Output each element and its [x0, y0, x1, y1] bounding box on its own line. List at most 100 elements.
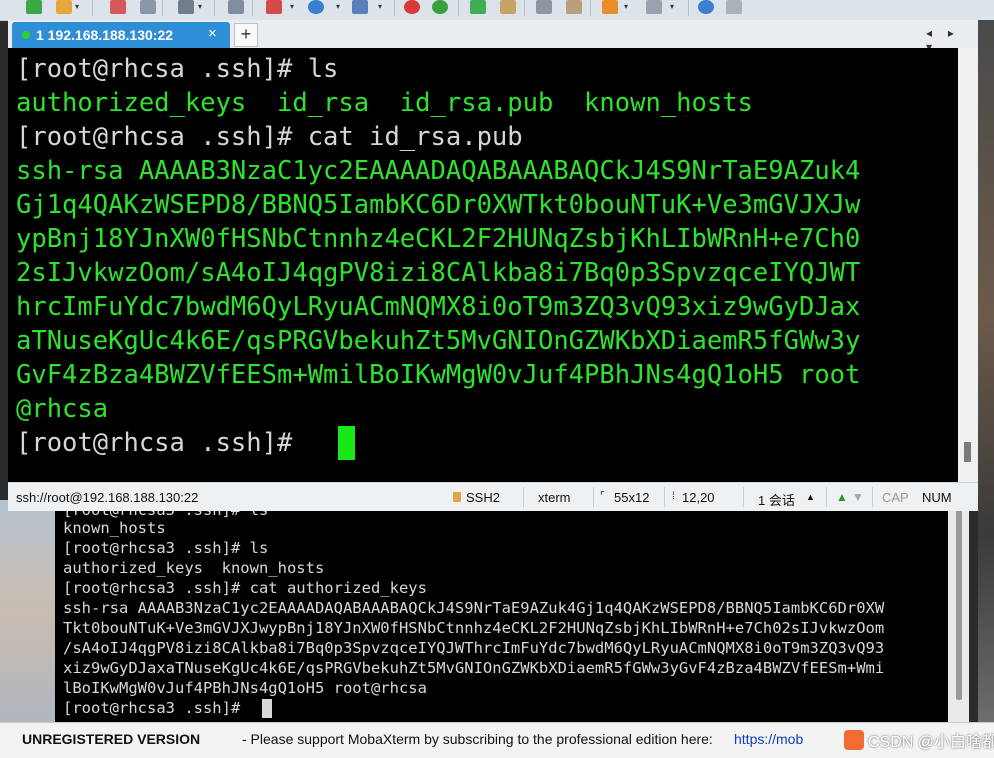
csdn-logo-icon: [844, 730, 864, 750]
upload-arrow-icon: ▲: [836, 490, 848, 504]
terminal-line: Gj1q4QAKzWSEPD8/BBNQ5IambKC6Dr0XWTkt0bou…: [16, 190, 861, 220]
chevron-down-icon[interactable]: ▾: [624, 2, 628, 11]
terminal-line: [root@rhcsa .ssh]# ls: [16, 54, 339, 84]
connected-icon: [22, 31, 30, 39]
panel-icon[interactable]: [646, 0, 662, 14]
terminal-line: [root@rhcsa3 .ssh]#: [63, 699, 250, 717]
status-num: NUM: [922, 490, 952, 505]
split-view-icon[interactable]: [266, 0, 282, 14]
status-divider: [872, 487, 873, 507]
toolbar-divider: [458, 0, 459, 16]
terminal-line: /sA4oIJ4qgPV8izi8CAlkba8i7Bq0p3SpvzqceIY…: [63, 639, 885, 657]
back-terminal-output[interactable]: [root@rhcsa3 .ssh]# ls known_hosts [root…: [55, 500, 948, 722]
scrollbar-thumb[interactable]: [964, 442, 971, 462]
font-icon[interactable]: [352, 0, 368, 14]
tab-label: 1 192.168.188.130:22: [36, 27, 174, 43]
resize-icon: ⌜: [600, 491, 605, 502]
toolbar-divider: [252, 0, 253, 16]
status-size: 55x12: [614, 490, 650, 505]
close-icon[interactable]: ×: [208, 25, 217, 42]
keyboard-icon[interactable]: [536, 0, 552, 14]
terminal-cursor: [338, 426, 355, 460]
cursor-pos-icon: ⁞: [672, 491, 675, 502]
status-path: ssh://root@192.168.188.130:22: [16, 490, 199, 505]
status-caps: CAP: [882, 490, 909, 505]
terminal-line: xiz9wGyDJaxaTNuseKgUc4k6E/qsPRGVbekuhZt5…: [63, 659, 885, 677]
status-divider: [743, 487, 744, 507]
terminal-line: known_hosts: [63, 519, 166, 537]
record-icon[interactable]: [404, 0, 420, 14]
link-icon[interactable]: [140, 0, 156, 14]
lock-icon: [453, 492, 461, 502]
terminal-line: [root@rhcsa3 .ssh]# ls: [63, 539, 269, 557]
back-terminal-window: [root@rhcsa3 .ssh]# ls known_hosts [root…: [55, 500, 969, 722]
main-terminal-output[interactable]: [root@rhcsa .ssh]# ls authorized_keys id_…: [8, 48, 958, 482]
new-tab-button[interactable]: +: [234, 23, 258, 47]
terminal-line: @rhcsa: [16, 394, 109, 424]
download-arrow-icon: ▼: [852, 490, 864, 504]
chevron-down-icon[interactable]: ▾: [75, 2, 79, 11]
chevron-down-icon[interactable]: ▾: [378, 2, 382, 11]
toolbar-divider: [688, 0, 689, 16]
terminal-line: 2sIJvkwzOom/sA4oIJ4qgPV8izi8CAlkba8i7Bq0…: [16, 258, 861, 288]
add-icon[interactable]: [26, 0, 42, 14]
unregistered-label: UNREGISTERED VERSION: [22, 731, 201, 747]
terminal-line: ypBnj18YJnXW0fHSNbCtnnhz4eCKL2F2HUNqZsbj…: [16, 224, 861, 254]
terminal-line: [root@rhcsa .ssh]# cat id_rsa.pub: [16, 122, 523, 152]
app-toolbar: ▾ ▾ ▾ ▾ ▾ ▾ ▾: [0, 0, 994, 21]
plus-square-icon[interactable]: [602, 0, 618, 14]
folder-icon[interactable]: [56, 0, 72, 14]
search-icon[interactable]: [228, 0, 244, 14]
status-sessions[interactable]: 1 会话: [758, 490, 795, 509]
terminal-line: ssh-rsa AAAAB3NzaC1yc2EAAAADAQABAAABAQCk…: [63, 599, 885, 617]
terminal-line: lBoIKwMgW0vJuf4PBhJNs4gQ1oH5 root@rhcsa: [63, 679, 427, 697]
front-terminal-window: 1 192.168.188.130:22 × + ◂ ▸ ▾ [root@rhc…: [8, 20, 978, 511]
chevron-down-icon[interactable]: ▾: [198, 2, 202, 11]
globe-icon[interactable]: [308, 0, 324, 14]
vertical-scrollbar[interactable]: [958, 48, 978, 482]
banner-message: - Please support MobaXterm by subscribin…: [242, 731, 713, 747]
desktop-background: [0, 500, 55, 722]
status-divider: [523, 487, 524, 507]
terminal-line: [root@rhcsa .ssh]#: [16, 428, 308, 458]
watermark-text: CSDN @小白啥都要懂: [868, 734, 994, 751]
pen-icon[interactable]: [566, 0, 582, 14]
status-term-type: xterm: [538, 490, 571, 505]
status-divider: [593, 487, 594, 507]
tab-bar: 1 192.168.188.130:22 × + ◂ ▸ ▾: [8, 20, 978, 54]
chat-icon[interactable]: [726, 0, 742, 14]
status-protocol: SSH2: [466, 490, 500, 505]
gear-icon[interactable]: [178, 0, 194, 14]
scrollbar-thumb[interactable]: [956, 510, 962, 700]
status-divider: [664, 487, 665, 507]
expand-icon[interactable]: [470, 0, 486, 14]
terminal-line: ssh-rsa AAAAB3NzaC1yc2EAAAADAQABAAABAQCk…: [16, 156, 861, 186]
chevron-down-icon[interactable]: ▾: [336, 2, 340, 11]
toolbar-divider: [590, 0, 591, 16]
tab-session[interactable]: 1 192.168.188.130:22 ×: [12, 22, 230, 48]
terminal-line: [root@rhcsa3 .ssh]# cat authorized_keys: [63, 579, 427, 597]
terminal-line: GvF4zBza4BWZVfEESm+WmilBoIKwMgW0vJuf4PBh…: [16, 360, 861, 390]
terminal-line: hrcImFuYdc7bwdM6QyLRyuACmNQMX8i0oT9m3ZQ3…: [16, 292, 861, 322]
ubuntu-icon[interactable]: [432, 0, 448, 14]
chevron-up-icon[interactable]: ▲: [806, 492, 815, 502]
status-bar: ssh://root@192.168.188.130:22 SSH2 xterm…: [8, 482, 978, 511]
lock-icon[interactable]: [500, 0, 516, 14]
help-icon[interactable]: [698, 0, 714, 14]
terminal-line: aTNuseKgUc4k6E/qsPRGVbekuhZt5MvGNIOnGZWK…: [16, 326, 861, 356]
watermark: CSDN @小白啥都要懂: [838, 722, 994, 757]
toolbar-divider: [394, 0, 395, 16]
scissors-icon[interactable]: [110, 0, 126, 14]
terminal-line: authorized_keys id_rsa id_rsa.pub known_…: [16, 88, 753, 118]
toolbar-divider: [92, 0, 93, 16]
terminal-line: Tkt0bouNTuK+Ve3mGVJXJwypBnj18YJnXW0fHSNb…: [63, 619, 885, 637]
toolbar-divider: [162, 0, 163, 16]
status-cursor-pos: 12,20: [682, 490, 715, 505]
chevron-down-icon[interactable]: ▾: [290, 2, 294, 11]
subscribe-link[interactable]: https://mob: [734, 731, 803, 747]
toolbar-divider: [214, 0, 215, 16]
desktop-background: [978, 20, 994, 757]
terminal-line: authorized_keys known_hosts: [63, 559, 325, 577]
chevron-down-icon[interactable]: ▾: [670, 2, 674, 11]
terminal-cursor: [262, 699, 272, 718]
